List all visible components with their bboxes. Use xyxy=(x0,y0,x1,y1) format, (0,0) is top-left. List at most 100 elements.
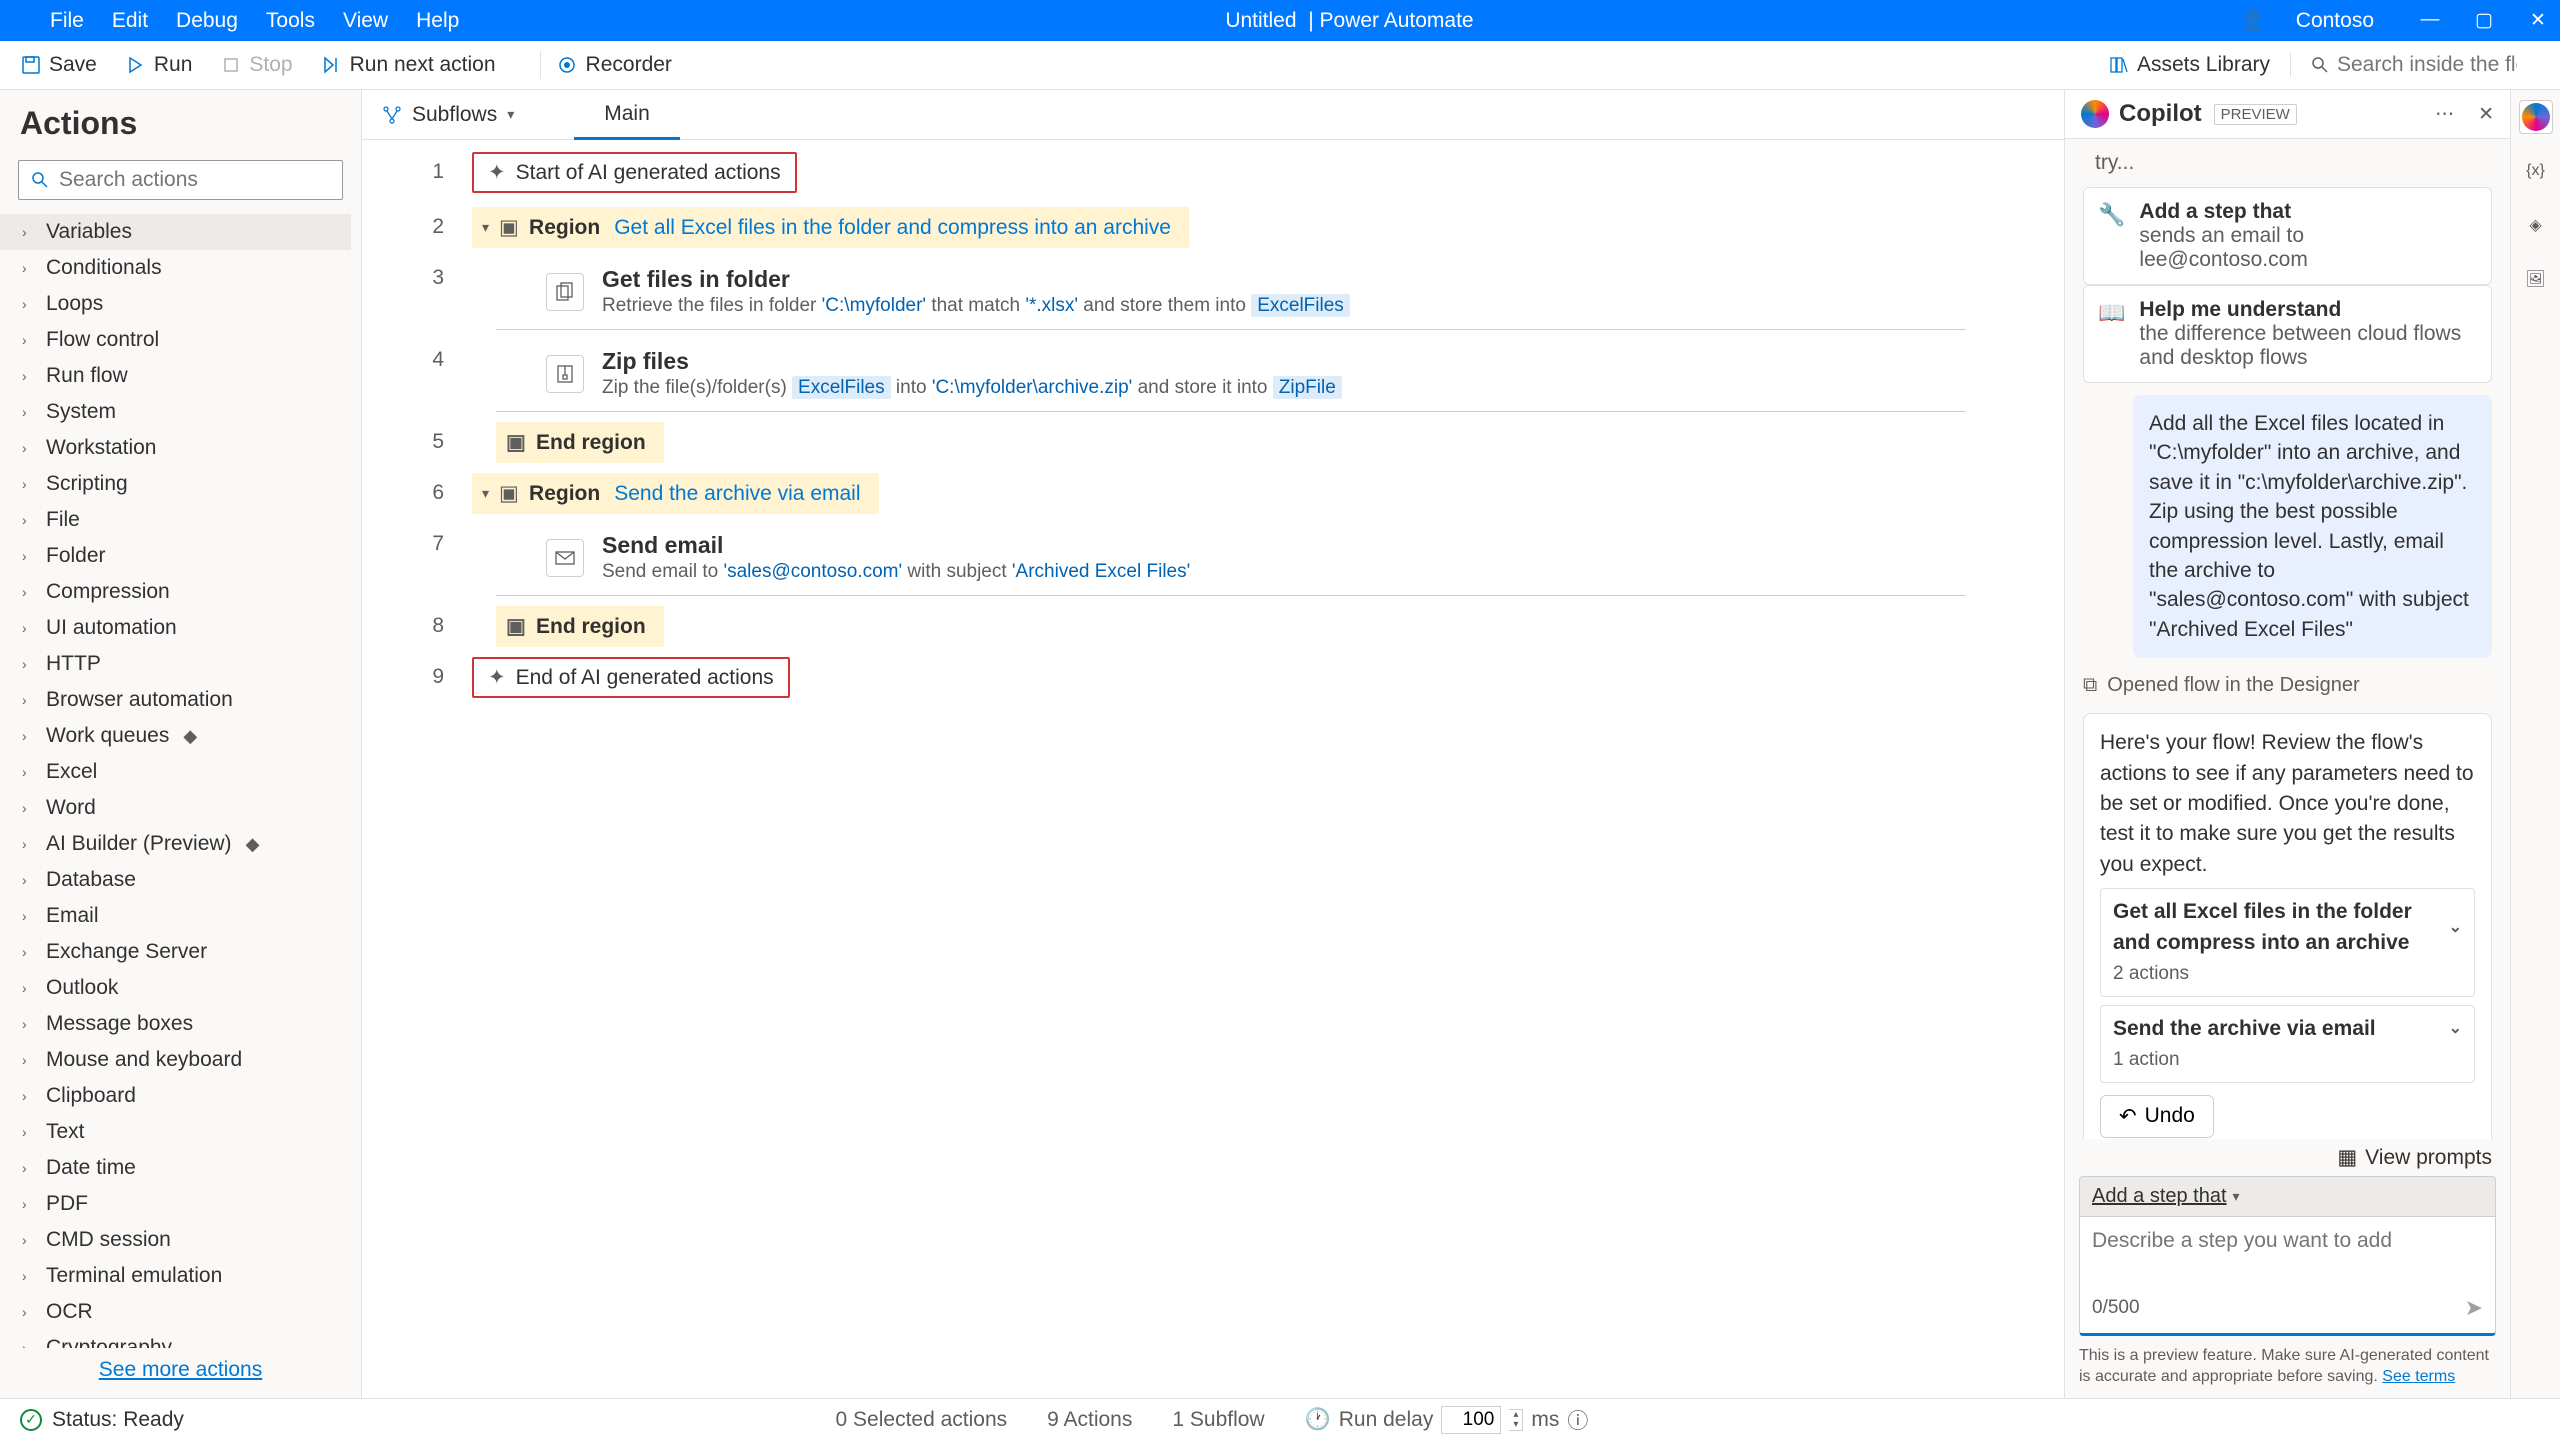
minimize-button[interactable]: — xyxy=(2418,9,2442,32)
rail-variables-button[interactable]: {x} xyxy=(2519,154,2553,188)
search-flow[interactable] xyxy=(2290,53,2540,77)
action-category[interactable]: ›PDF xyxy=(0,1186,351,1222)
end-region[interactable]: ▣End region xyxy=(496,422,664,463)
action-category[interactable]: ›Message boxes xyxy=(0,1006,351,1042)
actions-search[interactable] xyxy=(18,160,343,200)
menu-file[interactable]: File xyxy=(50,9,84,33)
flow-step[interactable]: ▾▣Region Get all Excel files in the fold… xyxy=(472,207,2044,248)
action-category[interactable]: ›Date time xyxy=(0,1150,351,1186)
search-flow-input[interactable] xyxy=(2337,53,2517,77)
subflows-dropdown[interactable]: Subflows ▾ xyxy=(382,103,514,127)
line-number: 5 xyxy=(372,422,472,454)
save-icon xyxy=(20,55,41,76)
actions-category-list[interactable]: ›Variables›Conditionals›Loops›Flow contr… xyxy=(0,214,361,1348)
action-category[interactable]: ›Flow control xyxy=(0,322,351,358)
menu-edit[interactable]: Edit xyxy=(112,9,148,33)
maximize-button[interactable]: ▢ xyxy=(2472,9,2496,32)
action-category[interactable]: ›Run flow xyxy=(0,358,351,394)
copilot-more-button[interactable]: ⋯ xyxy=(2435,103,2454,126)
flow-step[interactable]: Zip filesZip the file(s)/folder(s) Excel… xyxy=(472,340,2044,412)
action-category[interactable]: ›OCR xyxy=(0,1294,351,1330)
run-next-button[interactable]: Run next action xyxy=(321,53,496,77)
input-mode-dropdown[interactable]: Add a step that ▾ xyxy=(2079,1176,2496,1216)
action-category[interactable]: ›UI automation xyxy=(0,610,351,646)
action-category[interactable]: ›Terminal emulation xyxy=(0,1258,351,1294)
region-header[interactable]: ▾▣Region Send the archive via email xyxy=(472,473,879,514)
suggestion-card[interactable]: 📖Help me understandthe difference betwee… xyxy=(2083,285,2492,383)
action-category[interactable]: ›Outlook xyxy=(0,970,351,1006)
action-category[interactable]: ›Email xyxy=(0,898,351,934)
flow-step[interactable]: ✦End of AI generated actions xyxy=(472,657,2044,702)
action-block[interactable]: Get files in folderRetrieve the files in… xyxy=(496,258,1966,330)
flow-canvas[interactable]: 1✦Start of AI generated actions2▾▣Region… xyxy=(362,140,2064,1398)
action-category[interactable]: ›Conditionals xyxy=(0,250,351,286)
rail-ui-elements-button[interactable]: ◈ xyxy=(2519,208,2553,242)
menu-help[interactable]: Help xyxy=(416,9,459,33)
sparkle-icon: ✦ xyxy=(488,665,506,690)
flow-step[interactable]: Send emailSend email to 'sales@contoso.c… xyxy=(472,524,2044,596)
recorder-button[interactable]: Recorder xyxy=(557,53,672,77)
run-delay-control[interactable]: 🕐 Run delay ▴▾ ms ⓘ xyxy=(1305,1405,1589,1435)
copilot-input[interactable] xyxy=(2092,1229,2483,1295)
action-category[interactable]: ›Work queues◆ xyxy=(0,718,351,754)
action-category[interactable]: ›Scripting xyxy=(0,466,351,502)
actions-search-input[interactable] xyxy=(59,168,330,192)
delay-up[interactable]: ▴ xyxy=(1509,1410,1522,1420)
action-category[interactable]: ›Word xyxy=(0,790,351,826)
menu-tools[interactable]: Tools xyxy=(266,9,315,33)
copilot-conversation[interactable]: try... 🔧Add a step thatsends an email to… xyxy=(2065,139,2510,1139)
suggestion-card[interactable]: 🔧Add a step thatsends an email to lee@co… xyxy=(2083,187,2492,285)
account-name[interactable]: Contoso xyxy=(2296,9,2374,33)
action-block[interactable]: Zip filesZip the file(s)/folder(s) Excel… xyxy=(496,340,1966,412)
flow-step[interactable]: ▾▣Region Send the archive via email xyxy=(472,473,2044,514)
reply-section[interactable]: Get all Excel files in the folder and co… xyxy=(2100,888,2475,996)
close-button[interactable]: ✕ xyxy=(2526,9,2550,32)
rail-images-button[interactable]: 🖼 xyxy=(2519,262,2553,296)
run-button[interactable]: Run xyxy=(125,53,193,77)
flow-step[interactable]: ✦Start of AI generated actions xyxy=(472,152,2044,197)
action-block[interactable]: Send emailSend email to 'sales@contoso.c… xyxy=(496,524,1966,596)
action-category[interactable]: ›Compression xyxy=(0,574,351,610)
info-icon[interactable]: ⓘ xyxy=(1567,1405,1588,1435)
end-region[interactable]: ▣End region xyxy=(496,606,664,647)
region-header[interactable]: ▾▣Region Get all Excel files in the fold… xyxy=(472,207,1189,248)
flow-step[interactable]: ▣End region xyxy=(472,422,2044,463)
action-category[interactable]: ›Loops xyxy=(0,286,351,322)
undo-button[interactable]: ↶ Undo xyxy=(2100,1095,2214,1138)
action-category[interactable]: ›Folder xyxy=(0,538,351,574)
see-terms-link[interactable]: See terms xyxy=(2382,1368,2455,1385)
action-category[interactable]: ›Clipboard xyxy=(0,1078,351,1114)
send-button[interactable]: ➤ xyxy=(2465,1295,2483,1321)
action-category[interactable]: ›Text xyxy=(0,1114,351,1150)
action-category[interactable]: ›Browser automation xyxy=(0,682,351,718)
action-category[interactable]: ›File xyxy=(0,502,351,538)
view-prompts-button[interactable]: ▦ View prompts xyxy=(2065,1139,2510,1176)
copilot-close-button[interactable]: ✕ xyxy=(2478,103,2494,126)
chevron-right-icon: › xyxy=(22,404,36,420)
action-category[interactable]: ›System xyxy=(0,394,351,430)
action-category[interactable]: ›Excel xyxy=(0,754,351,790)
action-category[interactable]: ›AI Builder (Preview)◆ xyxy=(0,826,351,862)
action-category[interactable]: ›Workstation xyxy=(0,430,351,466)
action-category[interactable]: ›CMD session xyxy=(0,1222,351,1258)
action-category[interactable]: ›HTTP xyxy=(0,646,351,682)
run-delay-input[interactable] xyxy=(1441,1406,1501,1434)
delay-down[interactable]: ▾ xyxy=(1509,1420,1522,1430)
reply-section[interactable]: Send the archive via email⌄1 action xyxy=(2100,1005,2475,1083)
action-category[interactable]: ›Variables xyxy=(0,214,351,250)
selected-count: 0 Selected actions xyxy=(836,1408,1008,1432)
flow-step[interactable]: Get files in folderRetrieve the files in… xyxy=(472,258,2044,330)
action-category[interactable]: ›Exchange Server xyxy=(0,934,351,970)
assets-library-button[interactable]: Assets Library xyxy=(2109,53,2270,77)
rail-copilot-button[interactable] xyxy=(2519,100,2553,134)
menu-debug[interactable]: Debug xyxy=(176,9,238,33)
see-more-actions-link[interactable]: See more actions xyxy=(99,1358,262,1381)
action-category[interactable]: ›Database xyxy=(0,862,351,898)
step-icon xyxy=(321,55,342,76)
tab-main[interactable]: Main xyxy=(574,89,680,140)
flow-step[interactable]: ▣End region xyxy=(472,606,2044,647)
action-category[interactable]: ›Cryptography xyxy=(0,1330,351,1348)
save-button[interactable]: Save xyxy=(20,53,97,77)
menu-view[interactable]: View xyxy=(343,9,388,33)
action-category[interactable]: ›Mouse and keyboard xyxy=(0,1042,351,1078)
